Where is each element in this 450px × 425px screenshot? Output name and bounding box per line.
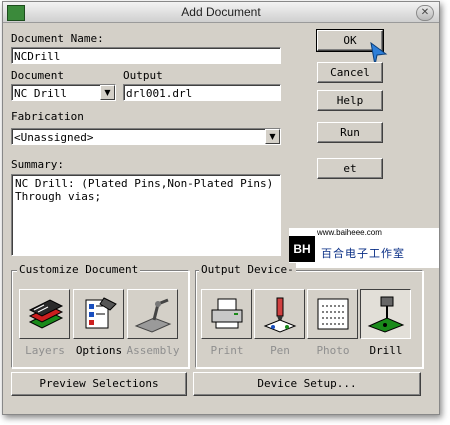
photo-plotter-icon <box>317 298 349 330</box>
document-name-input[interactable]: NCDrill <box>11 47 281 64</box>
add-document-dialog: Add Document ✕ Document Name: NCDrill Do… <box>2 1 440 415</box>
assembly-button[interactable] <box>127 289 178 339</box>
options-button[interactable] <box>73 289 124 339</box>
summary-label: Summary: <box>11 158 64 171</box>
close-button[interactable]: ✕ <box>416 5 434 21</box>
printer-icon <box>211 298 243 329</box>
summary-textarea[interactable]: NC Drill: (Plated Pins,Non-Plated Pins) … <box>11 174 281 256</box>
customize-document-title: Customize Document <box>17 263 141 276</box>
output-label: Output <box>123 69 163 82</box>
pen-button[interactable] <box>254 289 305 339</box>
fabrication-label: Fabrication <box>11 110 84 123</box>
photo-label: Photo <box>316 344 350 357</box>
fabrication-select[interactable]: <Unassigned> ▼ <box>11 128 281 145</box>
pen-label: Pen <box>270 344 290 357</box>
help-button[interactable]: Help <box>317 90 383 111</box>
title-bar: Add Document ✕ <box>3 2 439 23</box>
document-name-label: Document Name: <box>11 32 104 45</box>
chevron-down-icon[interactable]: ▼ <box>265 129 280 144</box>
device-setup-button[interactable]: Device Setup... <box>193 372 421 396</box>
assembly-icon <box>134 298 172 333</box>
drill-icon <box>367 296 405 333</box>
layers-button[interactable] <box>19 289 70 339</box>
options-icon <box>85 297 117 329</box>
output-device-title: Output Device- <box>199 263 296 276</box>
dialog-title: Add Document <box>181 5 261 19</box>
cancel-button[interactable]: Cancel <box>317 62 383 83</box>
layers-icon <box>28 299 64 329</box>
pen-plotter-icon <box>263 297 297 333</box>
print-label: Print <box>210 344 244 357</box>
layers-label: Layers <box>25 344 65 357</box>
watermark-url: www.baiheee.com <box>317 228 382 237</box>
output-input[interactable]: drl001.drl <box>123 84 281 101</box>
fabrication-select-value: <Unassigned> <box>14 131 94 144</box>
drill-button[interactable] <box>360 289 411 339</box>
preview-selections-button[interactable]: Preview Selections <box>11 372 187 396</box>
run-button[interactable]: Run <box>317 122 383 143</box>
watermark-logo: BH <box>289 236 315 262</box>
watermark-text: 百合电子工作室 <box>321 247 405 260</box>
watermark: www.baiheee.com BH 百合电子工作室 <box>289 228 439 268</box>
document-select[interactable]: NC Drill ▼ <box>11 84 116 101</box>
drill-label: Drill <box>369 344 403 357</box>
set-layers-button[interactable]: et Layers.. <box>317 158 383 179</box>
assembly-label: Assembly <box>126 344 180 357</box>
document-label: Document <box>11 69 64 82</box>
chevron-down-icon[interactable]: ▼ <box>100 85 115 100</box>
print-button[interactable] <box>201 289 252 339</box>
document-select-value: NC Drill <box>14 87 67 100</box>
close-icon: ✕ <box>420 7 430 18</box>
photo-button[interactable] <box>307 289 358 339</box>
options-label: Options <box>75 344 123 357</box>
